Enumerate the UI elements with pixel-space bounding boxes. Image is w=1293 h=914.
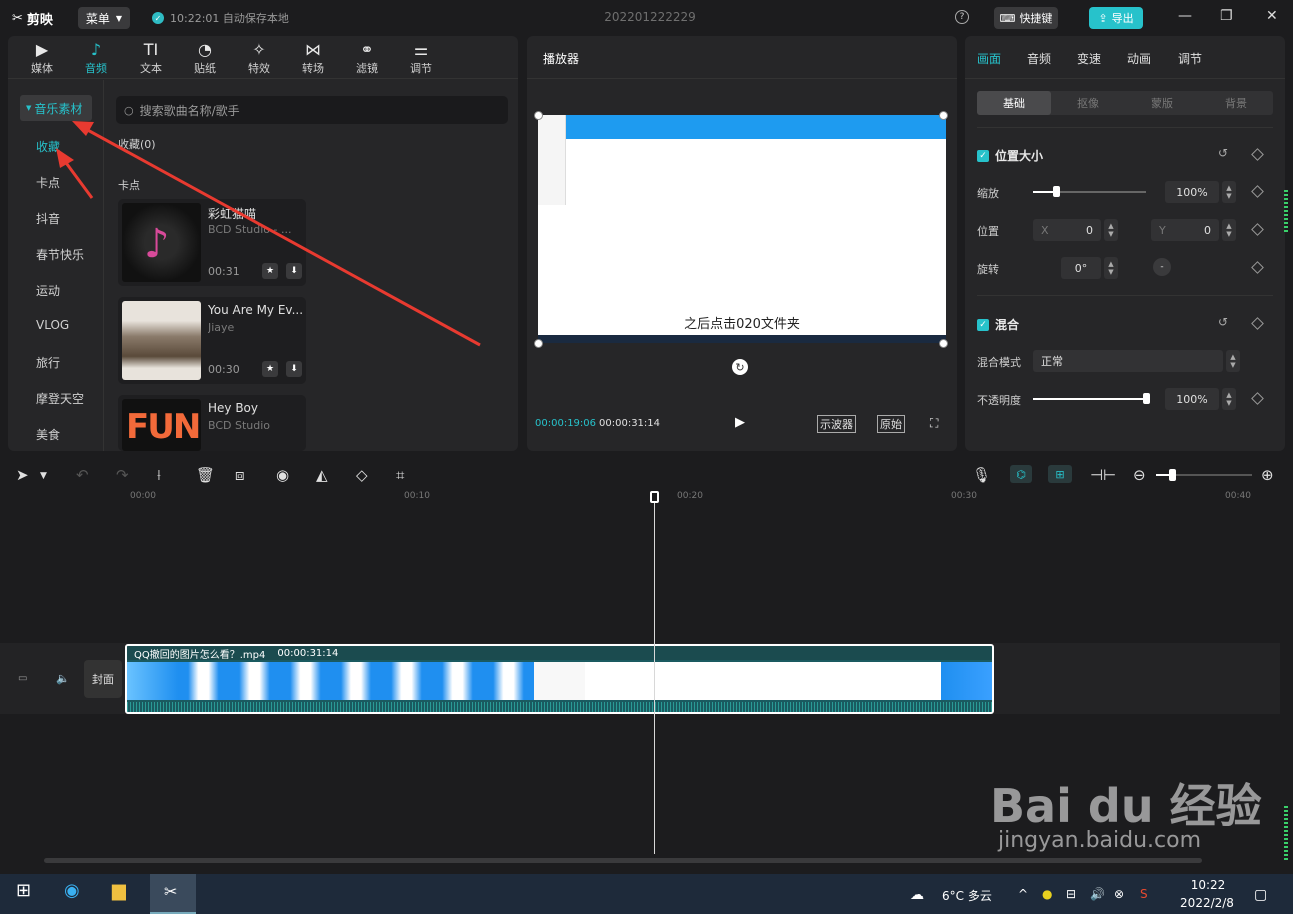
arrow-head-icon <box>56 148 74 168</box>
file-explorer-icon[interactable]: ▆ <box>112 880 126 901</box>
notification-icon[interactable]: ▢ <box>1254 887 1267 903</box>
tray-close-icon[interactable]: ⊗ <box>1114 887 1124 901</box>
windows-start-icon[interactable]: ⊞ <box>16 880 31 901</box>
annotation-arrow-line <box>62 159 94 199</box>
tray-app-icon[interactable]: ● <box>1042 887 1052 901</box>
chevron-up-icon[interactable]: ^ <box>1018 887 1028 901</box>
annotation-arrow-line <box>83 126 481 347</box>
arrow-head-icon <box>72 121 94 136</box>
capcut-taskbar-button[interactable]: ✂ <box>150 874 196 914</box>
annotation-arrows <box>56 121 481 347</box>
network-icon[interactable]: ⊟ <box>1066 887 1076 901</box>
edge-browser-icon[interactable]: ◉ <box>64 880 80 901</box>
capcut-app-icon: ✂ <box>164 882 178 901</box>
volume-icon[interactable]: 🔊 <box>1090 887 1105 901</box>
clock-time[interactable]: 10:22 <box>1180 878 1236 892</box>
clock-date[interactable]: 2022/2/8 <box>1172 896 1242 910</box>
weather-text[interactable]: 6°C 多云 <box>942 887 992 904</box>
weather-icon[interactable]: ☁ <box>910 887 924 903</box>
sogou-icon[interactable]: S <box>1140 887 1148 901</box>
